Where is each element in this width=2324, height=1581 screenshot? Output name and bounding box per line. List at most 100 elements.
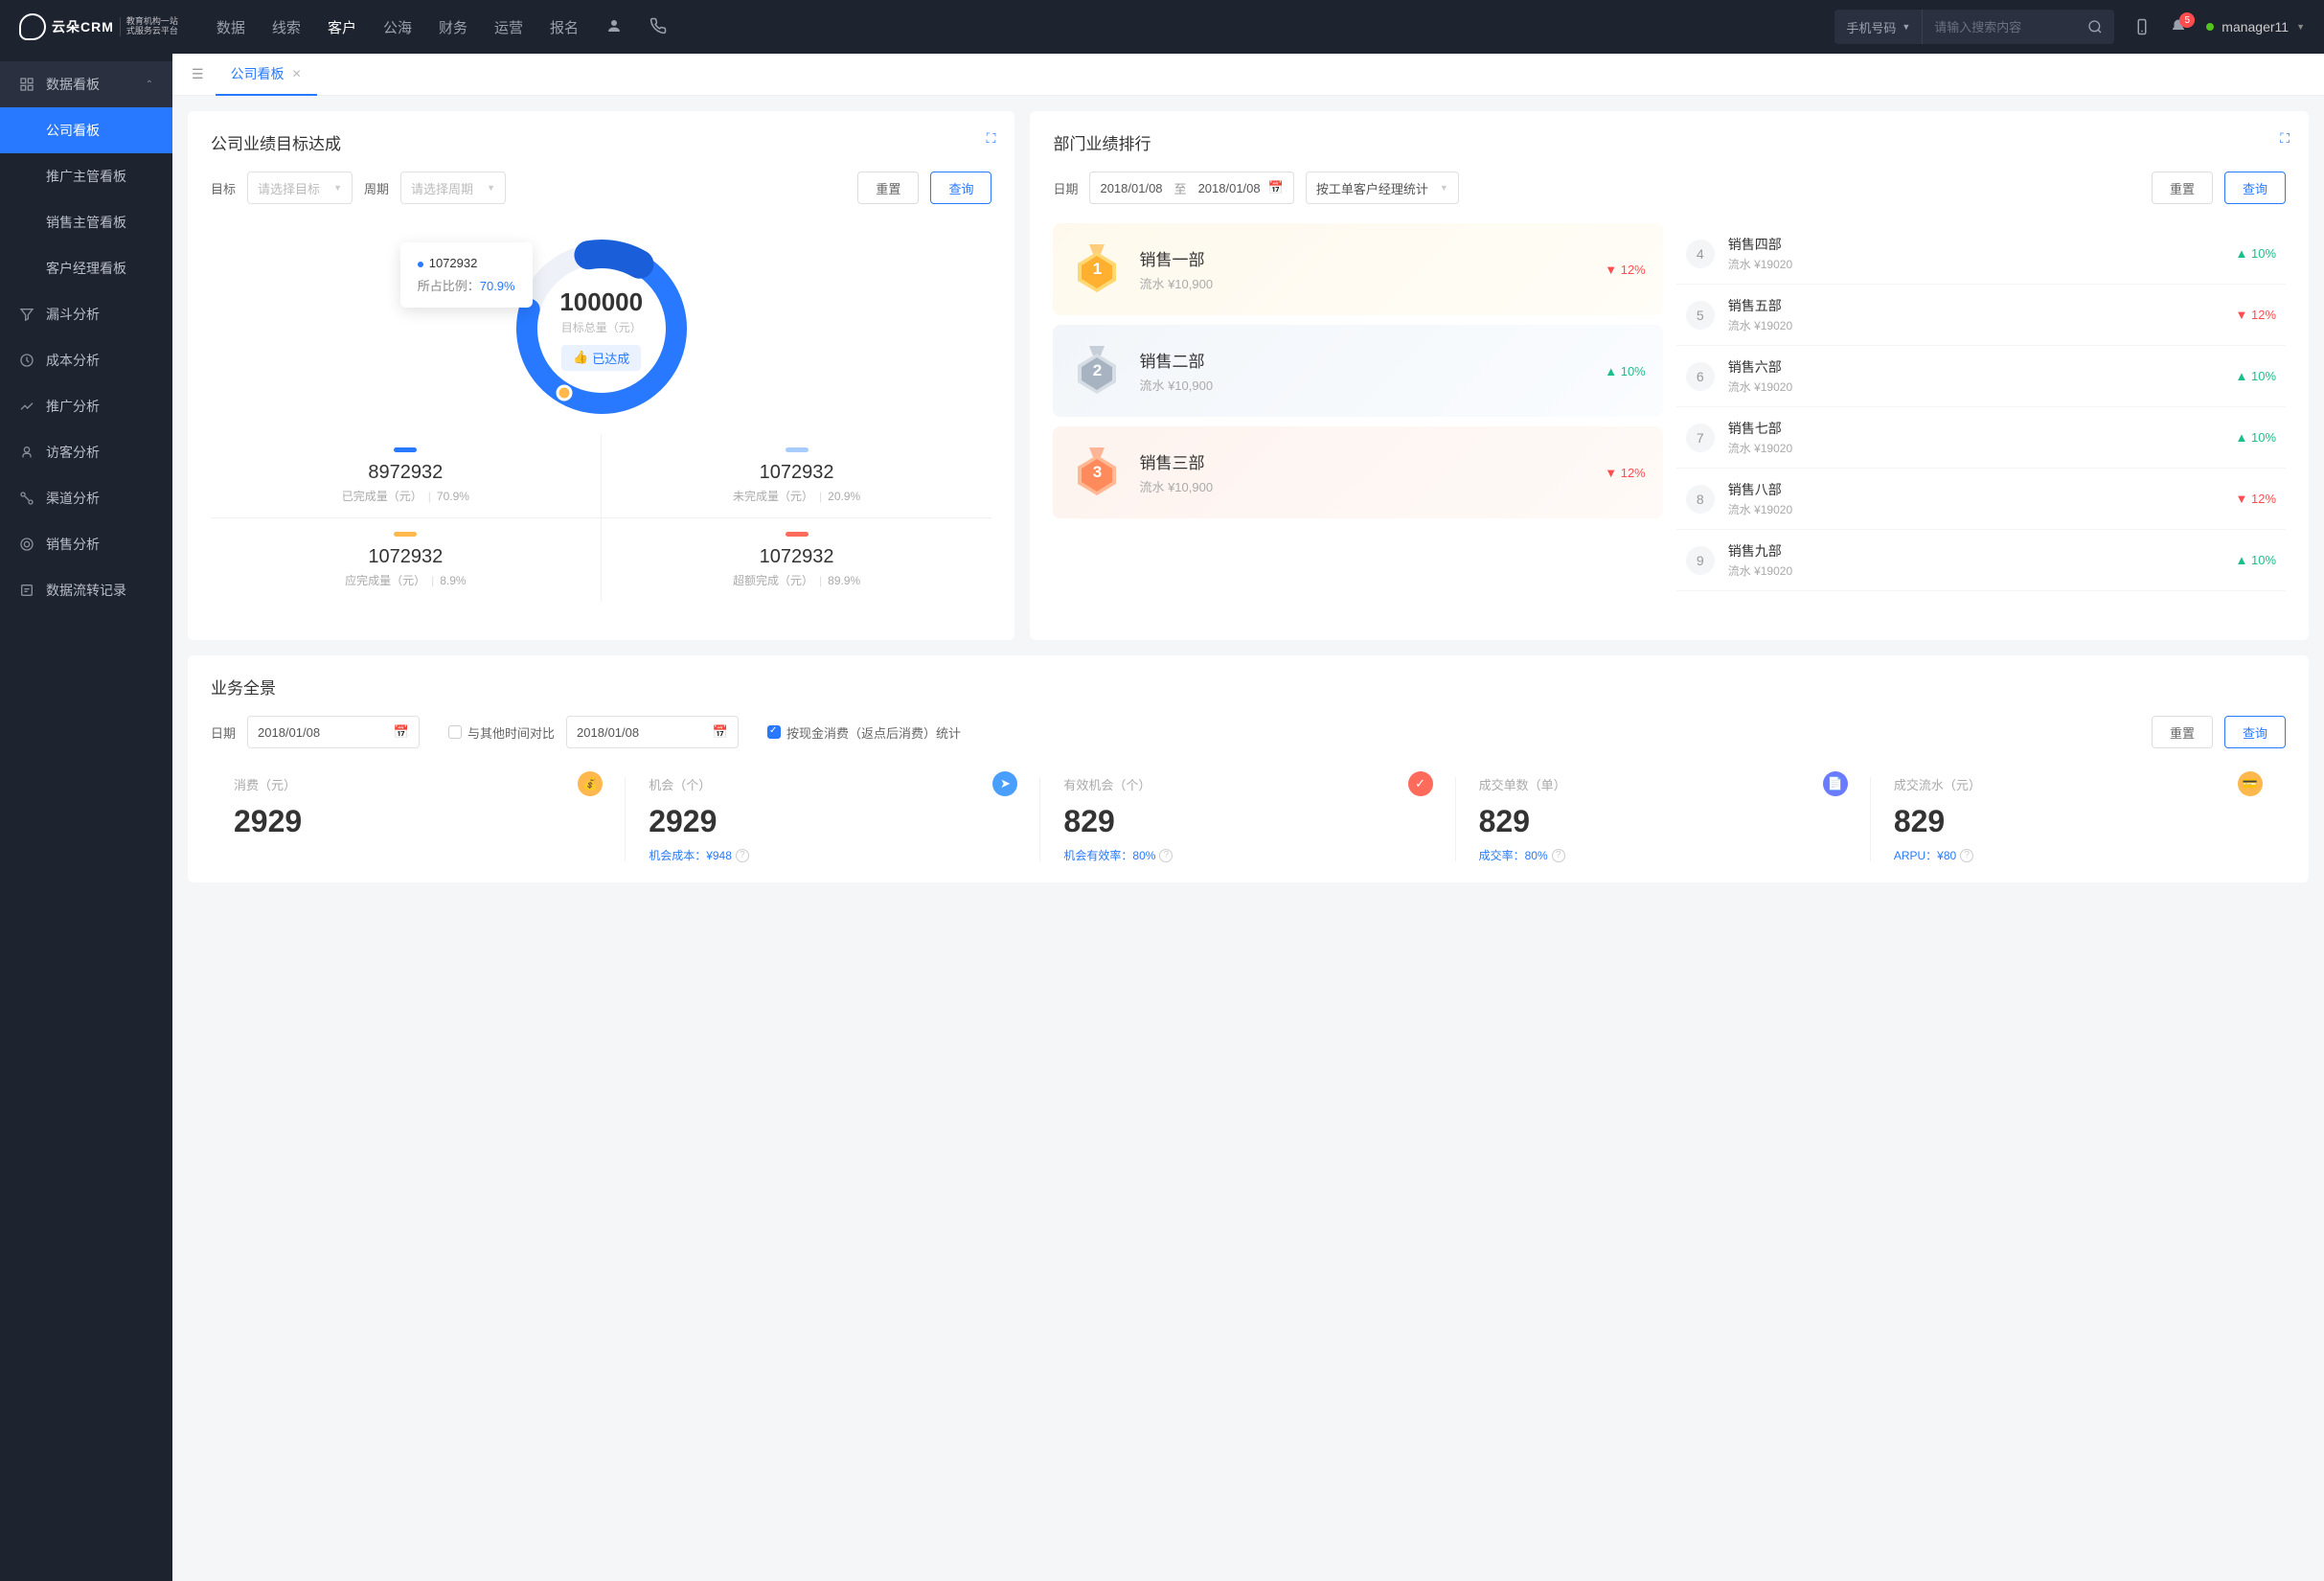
username: manager11 <box>2221 19 2289 34</box>
stat-exceed: 1072932 超额完成（元）|89.9% <box>602 518 992 602</box>
sidebar-funnel[interactable]: 漏斗分析 <box>0 291 172 337</box>
calendar-icon: 📅 <box>1268 180 1284 195</box>
flow-icon <box>19 583 34 598</box>
reset-button[interactable]: 重置 <box>2152 172 2213 204</box>
search-type-select[interactable]: 手机号码▼ <box>1834 10 1923 44</box>
expand-button[interactable]: ⛶ <box>987 130 996 147</box>
tab-close-icon[interactable]: ✕ <box>292 67 302 80</box>
sidebar-group-dashboard[interactable]: 数据看板 ⌃ <box>0 61 172 107</box>
sidebar-promo[interactable]: 推广分析 <box>0 383 172 429</box>
user-menu[interactable]: manager11 ▼ <box>2206 19 2305 34</box>
user-icon[interactable] <box>605 17 623 37</box>
goal-select[interactable]: 请选择目标▼ <box>247 172 353 204</box>
biz-date-input[interactable]: 2018/01/08📅 <box>247 716 420 748</box>
metric-cell: 成交单数（单） 📄 829 成交率：80% ? <box>1456 771 1871 863</box>
reset-button[interactable]: 重置 <box>857 172 919 204</box>
stat-completed: 8972932 已完成量（元）|70.9% <box>211 434 602 518</box>
hamburger-icon[interactable]: ☰ <box>184 66 212 82</box>
dashboard-icon <box>19 77 34 92</box>
biz-date2-input[interactable]: 2018/01/08📅 <box>566 716 739 748</box>
logo-subtitle: 教育机构一站 式服务云平台 <box>120 17 178 36</box>
thumbsup-icon: 👍 <box>573 350 588 365</box>
rank-card-2[interactable]: 2 销售二部 流水 ¥10,900 ▲ 10% <box>1053 325 1662 417</box>
help-icon[interactable]: ? <box>1960 849 1973 862</box>
logo-text: 云朵CRM <box>52 17 114 36</box>
phone-icon[interactable] <box>649 17 667 37</box>
rank-row[interactable]: 9 销售九部 流水 ¥19020 ▲ 10% <box>1676 530 2286 591</box>
search-button[interactable] <box>2076 19 2114 34</box>
query-button[interactable]: 查询 <box>2224 716 2286 748</box>
metric-cell: 成交流水（元） 💳 829 ARPU：¥80 ? <box>1871 771 2286 863</box>
rank-row[interactable]: 8 销售八部 流水 ¥19020 ▼ 12% <box>1676 469 2286 530</box>
help-icon[interactable]: ? <box>1159 849 1173 862</box>
reset-button[interactable]: 重置 <box>2152 716 2213 748</box>
target-card: 公司业绩目标达成 ⛶ 目标 请选择目标▼ 周期 请选择周期▼ 重置 查询 107… <box>188 111 1014 640</box>
nav-operation[interactable]: 运营 <box>494 17 523 37</box>
goal-label: 目标 <box>211 179 236 197</box>
sidebar-sales[interactable]: 销售分析 <box>0 521 172 567</box>
chart-icon <box>19 399 34 414</box>
sidebar-manager-board[interactable]: 客户经理看板 <box>0 245 172 291</box>
achieved-badge: 👍已达成 <box>561 345 641 371</box>
nav-customer[interactable]: 客户 <box>328 17 356 37</box>
biz-date-label: 日期 <box>211 723 236 742</box>
channel-icon <box>19 491 34 506</box>
tab-company-board[interactable]: 公司看板 ✕ <box>216 54 317 96</box>
rank-top3: 1 销售一部 流水 ¥10,900 ▼ 12% 2 销售二部 流水 ¥10,90… <box>1053 223 1662 591</box>
mobile-icon[interactable] <box>2133 18 2151 35</box>
cash-checkbox[interactable] <box>767 725 781 739</box>
target-title: 公司业绩目标达成 <box>211 130 991 154</box>
logo[interactable]: 云朵CRM 教育机构一站 式服务云平台 <box>19 13 178 40</box>
help-icon[interactable]: ? <box>1552 849 1565 862</box>
topnav-right: 手机号码▼ 5 manager11 ▼ <box>1834 10 2305 44</box>
cash-checkbox-wrap[interactable]: 按现金消费（返点后消费）统计 <box>767 723 961 742</box>
notification-icon[interactable]: 5 <box>2170 18 2187 35</box>
sidebar-visitor[interactable]: 访客分析 <box>0 429 172 475</box>
compare-checkbox[interactable] <box>448 725 462 739</box>
trend-up-icon: ▲ 10% <box>2236 246 2277 261</box>
target-icon <box>19 537 34 552</box>
medal-icon: 3 <box>1070 446 1124 499</box>
metric-icon: 💳 <box>2238 771 2263 796</box>
sidebar-cost[interactable]: 成本分析 <box>0 337 172 383</box>
metric-cell: 机会（个） ➤ 2929 机会成本：¥948 ? <box>626 771 1040 863</box>
nav-signup[interactable]: 报名 <box>550 17 579 37</box>
sidebar: 数据看板 ⌃ 公司看板 推广主管看板 销售主管看板 客户经理看板 漏斗分析 成本… <box>0 54 172 1581</box>
calendar-icon: 📅 <box>394 724 409 740</box>
rank-card-3[interactable]: 3 销售三部 流水 ¥10,900 ▼ 12% <box>1053 426 1662 518</box>
mode-select[interactable]: 按工单客户经理统计▼ <box>1306 172 1459 204</box>
chart-tooltip: 1072932 所占比例：70.9% <box>400 242 533 308</box>
rank-card-1[interactable]: 1 销售一部 流水 ¥10,900 ▼ 12% <box>1053 223 1662 315</box>
business-card: 业务全景 日期 2018/01/08📅 与其他时间对比 2018/01/08📅 … <box>188 655 2309 882</box>
sidebar-promo-board[interactable]: 推广主管看板 <box>0 153 172 199</box>
compare-checkbox-wrap[interactable]: 与其他时间对比 <box>448 723 555 742</box>
sidebar-company-board[interactable]: 公司看板 <box>0 107 172 153</box>
period-select[interactable]: 请选择周期▼ <box>400 172 506 204</box>
rank-row[interactable]: 6 销售六部 流水 ¥19020 ▲ 10% <box>1676 346 2286 407</box>
notification-badge: 5 <box>2179 12 2195 28</box>
help-icon[interactable]: ? <box>736 849 749 862</box>
query-button[interactable]: 查询 <box>2224 172 2286 204</box>
expand-button[interactable]: ⛶ <box>2280 130 2290 147</box>
sidebar-channel[interactable]: 渠道分析 <box>0 475 172 521</box>
nav-leads[interactable]: 线索 <box>272 17 301 37</box>
sidebar-sales-board[interactable]: 销售主管看板 <box>0 199 172 245</box>
metric-icon: 📄 <box>1823 771 1848 796</box>
sidebar-flow[interactable]: 数据流转记录 <box>0 567 172 613</box>
stat-should: 1072932 应完成量（元）|8.9% <box>211 518 602 602</box>
status-dot-icon <box>2206 23 2214 31</box>
rank-row[interactable]: 4 销售四部 流水 ¥19020 ▲ 10% <box>1676 223 2286 285</box>
nav-finance[interactable]: 财务 <box>439 17 467 37</box>
search-input[interactable] <box>1923 20 2076 34</box>
cost-icon <box>19 353 34 368</box>
chevron-down-icon: ▼ <box>2296 22 2305 32</box>
date-range-input[interactable]: 2018/01/08 至 2018/01/08 📅 <box>1089 172 1293 204</box>
nav-pool[interactable]: 公海 <box>383 17 412 37</box>
metric-icon: ➤ <box>992 771 1017 796</box>
query-button[interactable]: 查询 <box>930 172 991 204</box>
rank-row[interactable]: 5 销售五部 流水 ¥19020 ▼ 12% <box>1676 285 2286 346</box>
trend-down-icon: ▼ 12% <box>2236 308 2277 322</box>
rank-row[interactable]: 7 销售七部 流水 ¥19020 ▲ 10% <box>1676 407 2286 469</box>
nav-data[interactable]: 数据 <box>216 17 245 37</box>
donut-label: 目标总量（元） <box>561 319 642 335</box>
